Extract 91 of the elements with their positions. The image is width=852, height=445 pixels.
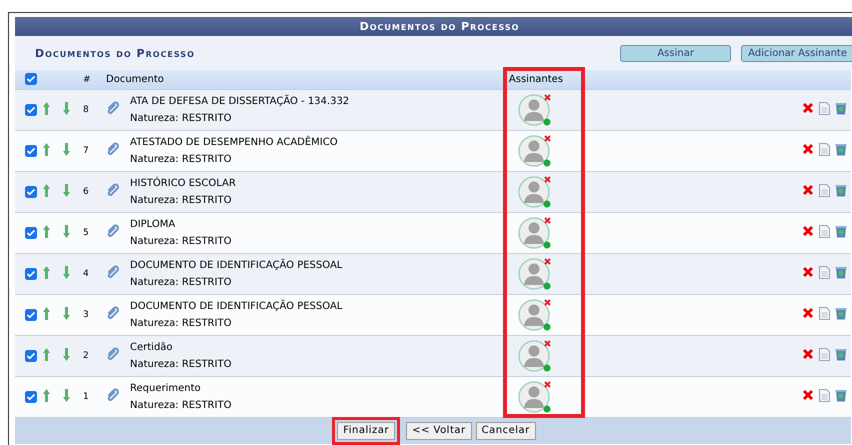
- recycle-bin-icon[interactable]: [835, 348, 847, 361]
- recycle-bin-icon[interactable]: [835, 184, 847, 197]
- paperclip-icon: [106, 388, 120, 402]
- column-header: Assinantes: [508, 74, 564, 85]
- document-title: HISTÓRICO ESCOLAR: [130, 176, 237, 190]
- column-header: Documento: [106, 74, 164, 85]
- arrow-up-icon[interactable]: [43, 184, 50, 196]
- document-nature: Natureza: RESTRITO: [130, 276, 232, 290]
- recycle-bin-icon[interactable]: [835, 142, 847, 156]
- row-checkbox[interactable]: [25, 308, 37, 320]
- row-checkbox[interactable]: [25, 104, 37, 116]
- arrow-up-icon[interactable]: [43, 388, 50, 402]
- row-checkbox[interactable]: [25, 350, 37, 362]
- document-icon[interactable]: [819, 388, 830, 402]
- row-checkbox[interactable]: [25, 144, 37, 156]
- document-nature: Natureza: RESTRITO: [130, 112, 232, 126]
- document-number: 2: [83, 351, 89, 361]
- delete-icon[interactable]: [802, 307, 814, 320]
- document-title: DOCUMENTO DE IDENTIFICAÇÃO PESSOAL: [130, 298, 344, 314]
- document-nature: Natureza: RESTRITO: [130, 316, 232, 330]
- paperclip-icon: [106, 347, 120, 361]
- recycle-bin-icon[interactable]: [835, 306, 847, 320]
- document-number: 8: [83, 105, 89, 115]
- delete-icon[interactable]: [802, 225, 814, 238]
- sign-button[interactable]: Assinar: [620, 44, 732, 62]
- arrow-down-icon[interactable]: [63, 224, 70, 238]
- document-icon[interactable]: [819, 224, 830, 238]
- document-nature: Natureza: RESTRITO: [130, 152, 232, 166]
- paperclip-icon: [106, 183, 120, 197]
- arrow-down-icon[interactable]: [63, 184, 70, 196]
- arrow-down-icon[interactable]: [63, 388, 70, 402]
- finish-button[interactable]: Finalizar: [337, 422, 396, 440]
- arrow-up-icon[interactable]: [43, 348, 50, 360]
- document-nature: Natureza: RESTRITO: [130, 358, 232, 372]
- arrow-down-icon[interactable]: [63, 306, 70, 320]
- row-checkbox[interactable]: [25, 390, 37, 402]
- delete-icon[interactable]: [802, 389, 814, 402]
- paperclip-icon: [106, 224, 120, 238]
- document-title: DIPLOMA: [130, 218, 176, 232]
- document-nature: Natureza: RESTRITO: [130, 398, 232, 412]
- document-number: 4: [83, 269, 89, 279]
- paperclip-icon: [106, 265, 120, 279]
- document-number: 6: [83, 187, 89, 197]
- document-icon[interactable]: [819, 102, 830, 115]
- add-signer-button[interactable]: Adicionar Assinante: [741, 44, 852, 62]
- recycle-bin-icon[interactable]: [835, 388, 847, 402]
- paperclip-icon: [106, 101, 120, 115]
- arrow-down-icon[interactable]: [63, 266, 70, 278]
- arrow-down-icon[interactable]: [63, 348, 70, 360]
- document-number: 3: [83, 310, 89, 320]
- arrow-down-icon[interactable]: [63, 102, 70, 114]
- arrow-up-icon[interactable]: [43, 142, 50, 156]
- recycle-bin-icon[interactable]: [835, 102, 847, 115]
- recycle-bin-icon[interactable]: [835, 266, 847, 279]
- document-nature: Natureza: RESTRITO: [130, 234, 232, 248]
- row-checkbox[interactable]: [25, 186, 37, 198]
- document-icon[interactable]: [819, 184, 830, 197]
- recycle-bin-icon[interactable]: [835, 224, 847, 238]
- cancel-button[interactable]: Cancelar: [476, 422, 536, 440]
- document-number: 1: [83, 392, 89, 402]
- document-icon[interactable]: [819, 306, 830, 320]
- document-number: 5: [83, 228, 89, 238]
- document-title: ATA DE DEFESA DE DISSERTAÇÃO - 134.332: [130, 94, 350, 108]
- row-checkbox[interactable]: [25, 226, 37, 238]
- delete-icon[interactable]: [802, 266, 814, 278]
- document-title: Requerimento: [130, 382, 202, 396]
- arrow-up-icon[interactable]: [43, 266, 50, 278]
- delete-icon[interactable]: [802, 184, 814, 196]
- back-button[interactable]: << Voltar: [406, 422, 472, 440]
- document-title: Certidão: [130, 340, 174, 354]
- arrow-up-icon[interactable]: [43, 102, 50, 114]
- arrow-up-icon[interactable]: [43, 224, 50, 238]
- document-icon[interactable]: [819, 266, 830, 279]
- document-icon[interactable]: [819, 142, 830, 156]
- document-number: 7: [83, 146, 89, 156]
- paperclip-icon: [106, 142, 120, 156]
- document-nature: Natureza: RESTRITO: [130, 194, 232, 208]
- select-all-checkbox[interactable]: [25, 73, 37, 86]
- arrow-down-icon[interactable]: [63, 142, 70, 156]
- document-title: ATESTADO DE DESEMPENHO ACADÊMICO: [130, 134, 339, 150]
- delete-icon[interactable]: [802, 102, 814, 114]
- delete-icon[interactable]: [802, 348, 814, 360]
- paperclip-icon: [106, 306, 120, 320]
- delete-icon[interactable]: [802, 143, 814, 156]
- arrow-up-icon[interactable]: [43, 306, 50, 320]
- section-title: Documentos do Processo: [35, 46, 196, 60]
- document-icon[interactable]: [819, 348, 830, 361]
- panel-title: Documentos do Processo: [15, 17, 852, 36]
- column-header: #: [83, 74, 91, 85]
- row-checkbox[interactable]: [25, 268, 37, 280]
- document-title: DOCUMENTO DE IDENTIFICAÇÃO PESSOAL: [130, 258, 344, 272]
